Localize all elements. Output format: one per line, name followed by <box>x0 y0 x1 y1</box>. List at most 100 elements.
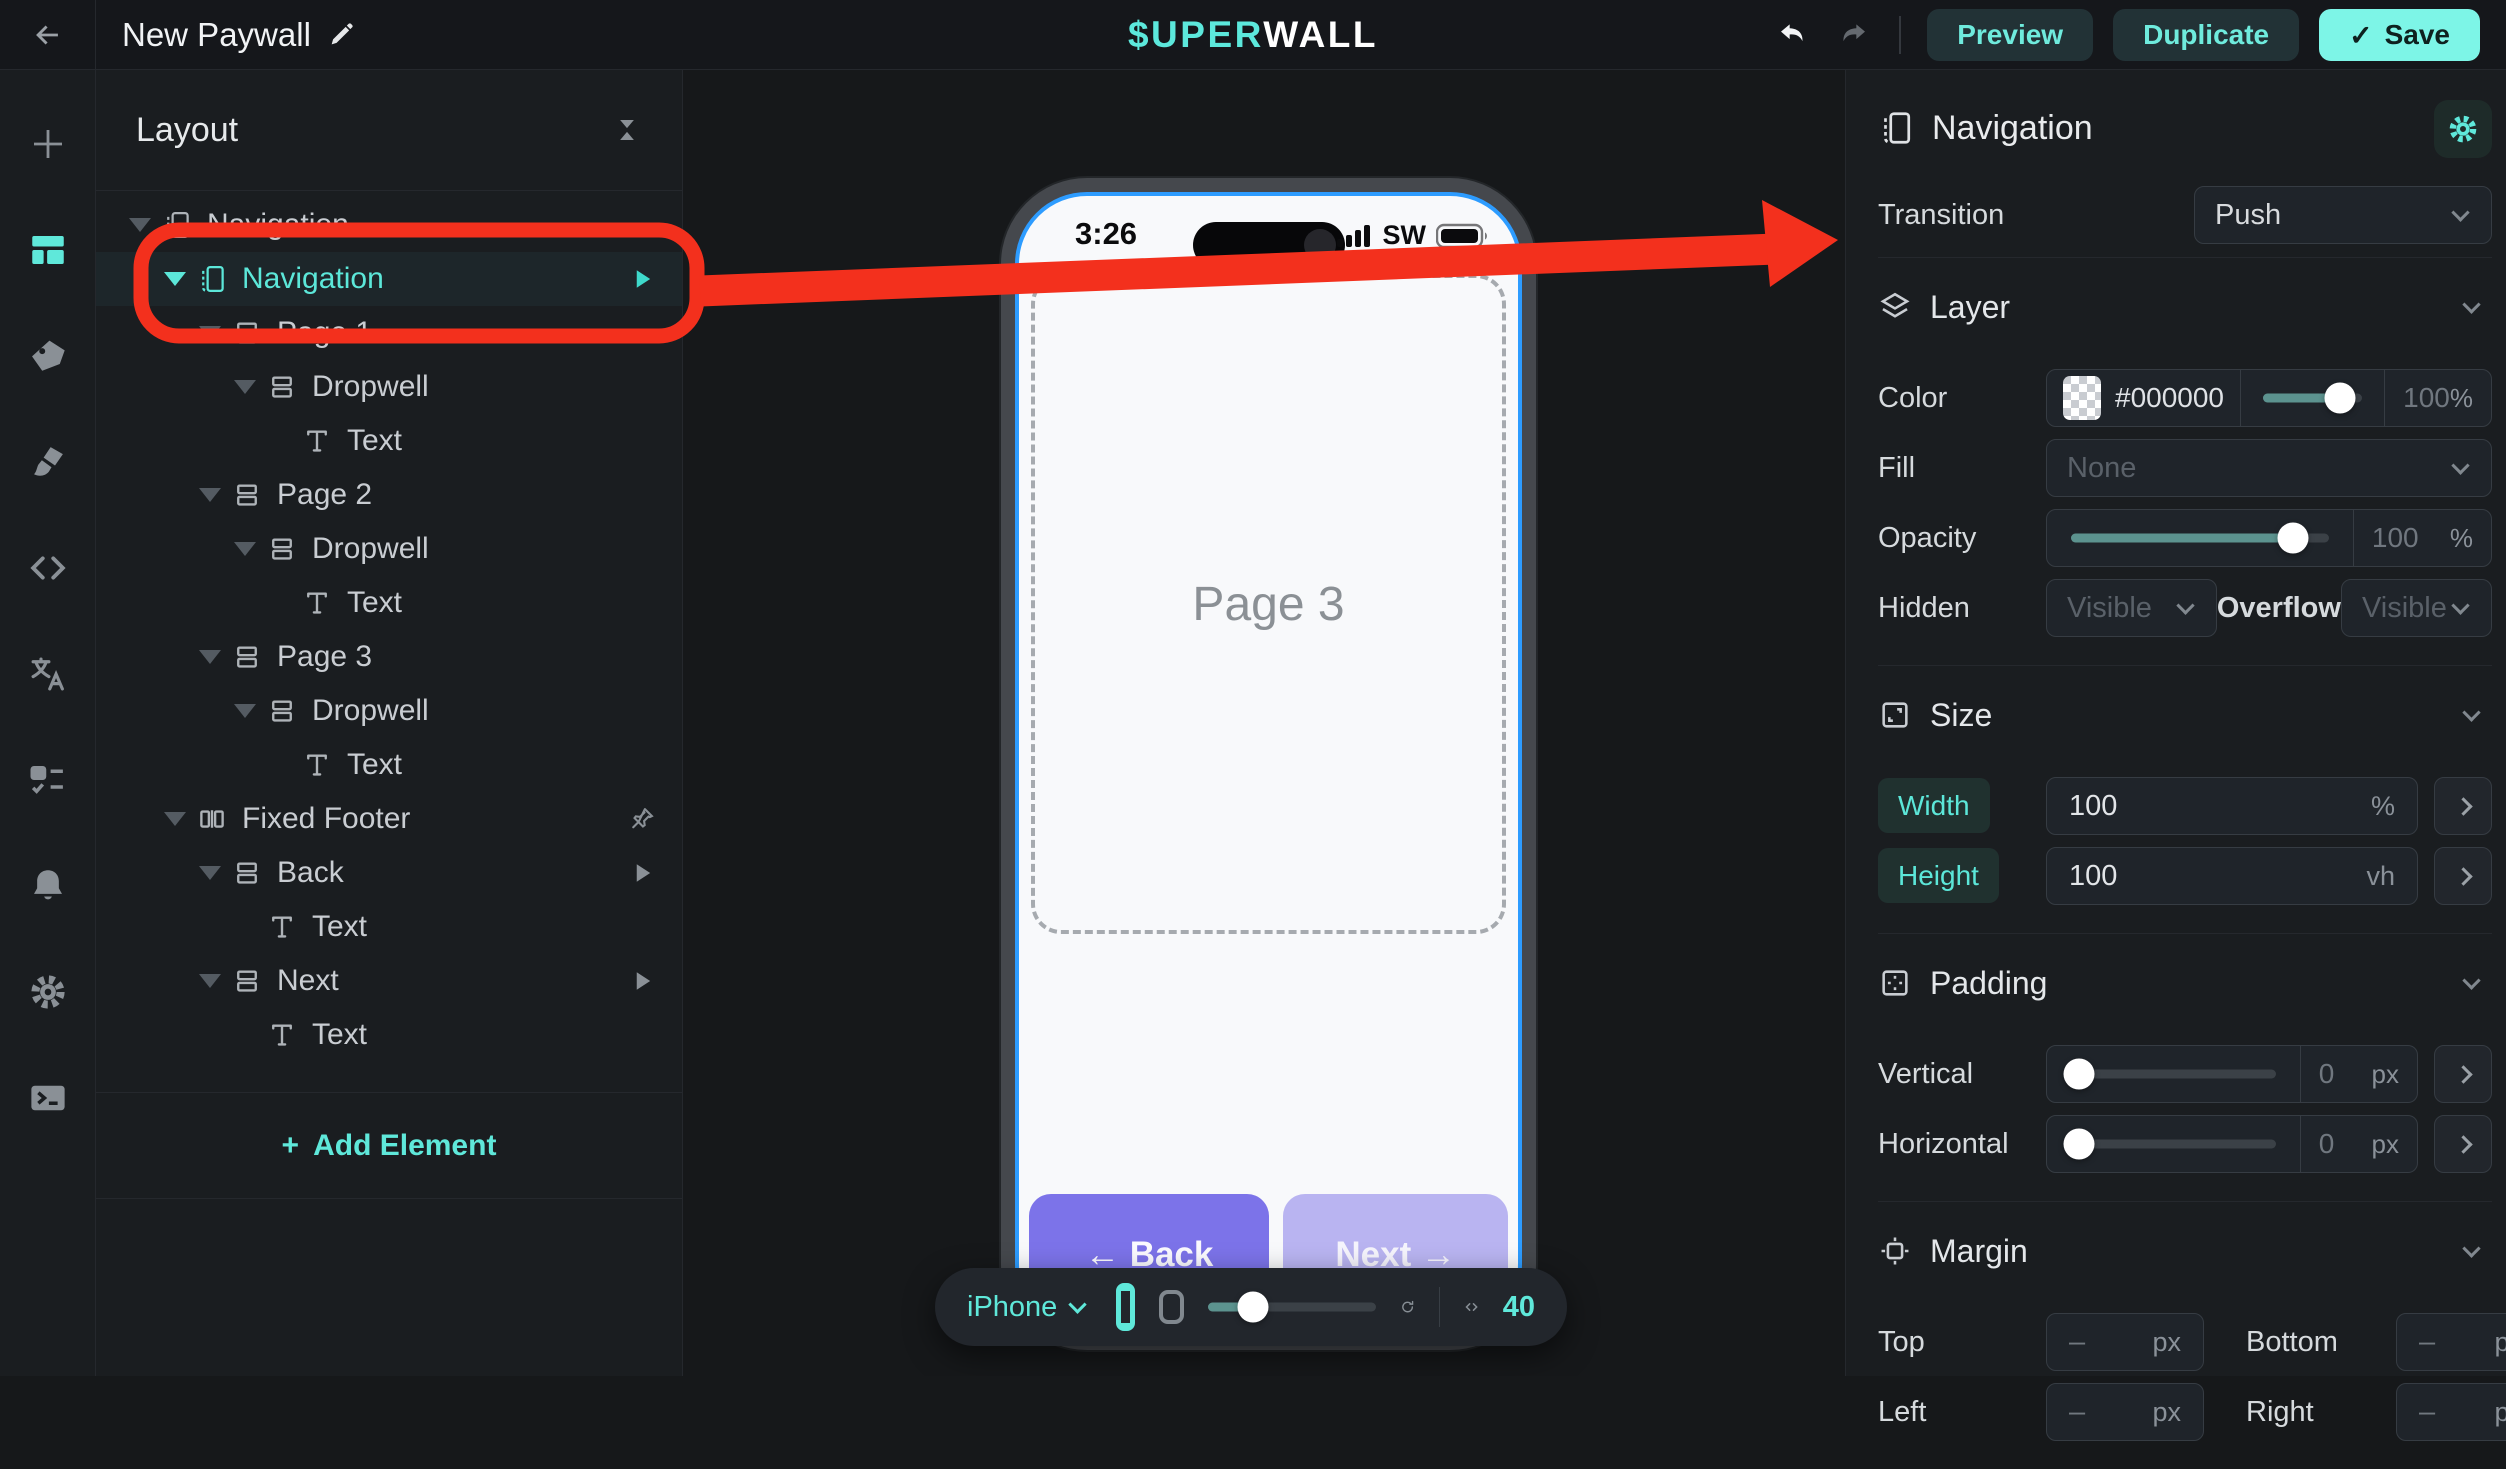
caret-down-icon[interactable] <box>191 488 229 502</box>
tree-item-label: Text <box>347 424 656 458</box>
landscape-mode-icon[interactable] <box>1159 1290 1184 1324</box>
size-section-header[interactable]: Size <box>1878 686 2492 744</box>
code-icon[interactable] <box>1464 1289 1479 1325</box>
back-button[interactable] <box>0 0 96 70</box>
padding-section-header[interactable]: Padding <box>1878 954 2492 1012</box>
portrait-mode-icon[interactable] <box>1116 1283 1134 1331</box>
padding-horizontal-expand-button[interactable] <box>2434 1115 2492 1173</box>
page-dropzone[interactable]: Page 3 <box>1031 274 1506 934</box>
tree-row-text[interactable]: Text <box>96 738 682 792</box>
fill-select[interactable]: None <box>2046 439 2492 497</box>
opacity-slider[interactable] <box>2071 523 2329 553</box>
tree-row-text[interactable]: Text <box>96 414 682 468</box>
margin-top-input[interactable]: – px <box>2046 1313 2204 1371</box>
color-alpha-slider[interactable] <box>2263 383 2362 413</box>
rail-tasks-icon[interactable] <box>16 748 80 812</box>
element-settings-button[interactable] <box>2434 100 2492 158</box>
caret-down-icon[interactable] <box>156 812 194 826</box>
rail-bell-icon[interactable] <box>16 854 80 918</box>
tree-row-dropwell[interactable]: Dropwell <box>96 684 682 738</box>
color-hex-value[interactable]: #000000 <box>2115 382 2224 414</box>
tree-row-next[interactable]: Next <box>96 954 682 1008</box>
refresh-icon[interactable] <box>1400 1289 1415 1325</box>
rail-code-icon[interactable] <box>16 536 80 600</box>
canvas-zoom-slider[interactable] <box>1208 1292 1376 1322</box>
save-button[interactable]: ✓Save <box>2319 9 2480 61</box>
color-percent-field[interactable]: 100 % <box>2384 370 2491 426</box>
color-swatch[interactable] <box>2063 376 2101 420</box>
padding-vertical-expand-button[interactable] <box>2434 1045 2492 1103</box>
tree-row-navigation[interactable]: Navigation <box>96 252 682 306</box>
pin-icon[interactable] <box>628 805 656 833</box>
rail-terminal-icon[interactable] <box>16 1066 80 1130</box>
caret-down-icon[interactable] <box>191 974 229 988</box>
overflow-select[interactable]: Visible <box>2341 579 2492 637</box>
tree-row-navigation[interactable]: Navigation <box>96 198 682 252</box>
height-input[interactable]: 100 vh <box>2046 847 2418 905</box>
padding-horizontal-slider[interactable] <box>2071 1129 2276 1159</box>
caret-down-icon[interactable] <box>121 218 159 232</box>
phone-mockup: 3:26 SW Page 3 ← Back Next → <box>1001 178 1536 1350</box>
chevron-down-icon <box>1069 1295 1087 1313</box>
padding-icon <box>1878 966 1912 1000</box>
play-icon[interactable] <box>628 967 656 995</box>
play-icon[interactable] <box>628 265 656 293</box>
tree-row-page-3[interactable]: Page 3 <box>96 630 682 684</box>
caret-down-icon[interactable] <box>226 542 264 556</box>
device-selector[interactable]: iPhone <box>967 1291 1084 1324</box>
caret-down-icon[interactable] <box>226 704 264 718</box>
rail-tag-icon[interactable] <box>16 324 80 388</box>
caret-down-icon[interactable] <box>226 380 264 394</box>
tree-item-label: Text <box>347 748 656 782</box>
tree-row-back[interactable]: Back <box>96 846 682 900</box>
caret-down-icon[interactable] <box>156 272 194 286</box>
tree-row-text[interactable]: Text <box>96 900 682 954</box>
tree-row-text[interactable]: Text <box>96 1008 682 1062</box>
transition-select[interactable]: Push <box>2194 186 2492 244</box>
collapse-all-icon[interactable] <box>612 115 642 145</box>
color-swatch-field[interactable]: #000000 <box>2047 370 2240 426</box>
margin-section-header[interactable]: Margin <box>1878 1222 2492 1280</box>
tree-item-label: Text <box>312 1018 656 1052</box>
tree-row-fixed-footer[interactable]: Fixed Footer <box>96 792 682 846</box>
padding-vertical-slider[interactable] <box>2071 1059 2276 1089</box>
text-icon <box>299 585 335 621</box>
duplicate-button[interactable]: Duplicate <box>2113 9 2299 61</box>
tree-row-page-1[interactable]: Page 1 <box>96 306 682 360</box>
margin-bottom-input[interactable]: – px <box>2396 1313 2506 1371</box>
caret-down-icon[interactable] <box>191 326 229 340</box>
rail-brush-icon[interactable] <box>16 430 80 494</box>
caret-down-icon[interactable] <box>191 866 229 880</box>
width-input[interactable]: 100 % <box>2046 777 2418 835</box>
width-badge[interactable]: Width <box>1878 778 1990 833</box>
hidden-select[interactable]: Visible <box>2046 579 2217 637</box>
tree-row-text[interactable]: Text <box>96 576 682 630</box>
layer-icon <box>1878 290 1912 324</box>
height-badge[interactable]: Height <box>1878 848 1999 903</box>
width-expand-button[interactable] <box>2434 777 2492 835</box>
undo-button[interactable] <box>1773 15 1813 55</box>
preview-button[interactable]: Preview <box>1927 9 2093 61</box>
edit-pencil-icon[interactable] <box>327 21 355 49</box>
opacity-percent-field[interactable]: 100 % <box>2353 510 2491 566</box>
zoom-value[interactable]: 40 <box>1503 1291 1535 1324</box>
redo-button[interactable] <box>1833 15 1873 55</box>
tree-row-dropwell[interactable]: Dropwell <box>96 522 682 576</box>
document-title-wrap[interactable]: New Paywall <box>96 16 355 54</box>
rail-layout-icon[interactable] <box>16 218 80 282</box>
padding-horizontal-field[interactable]: 0 px <box>2300 1116 2417 1172</box>
margin-right-input[interactable]: – px <box>2396 1383 2506 1441</box>
padding-vertical-field[interactable]: 0 px <box>2300 1046 2417 1102</box>
phone-screen[interactable]: 3:26 SW Page 3 ← Back Next → <box>1015 192 1522 1336</box>
rail-add-icon[interactable] <box>16 112 80 176</box>
tree-row-page-2[interactable]: Page 2 <box>96 468 682 522</box>
margin-left-input[interactable]: – px <box>2046 1383 2204 1441</box>
play-icon[interactable] <box>628 859 656 887</box>
tree-row-dropwell[interactable]: Dropwell <box>96 360 682 414</box>
rail-translate-icon[interactable] <box>16 642 80 706</box>
height-expand-button[interactable] <box>2434 847 2492 905</box>
layer-section-header[interactable]: Layer <box>1878 278 2492 336</box>
rail-gear-icon[interactable] <box>16 960 80 1024</box>
caret-down-icon[interactable] <box>191 650 229 664</box>
add-element-button[interactable]: + Add Element <box>96 1092 682 1199</box>
